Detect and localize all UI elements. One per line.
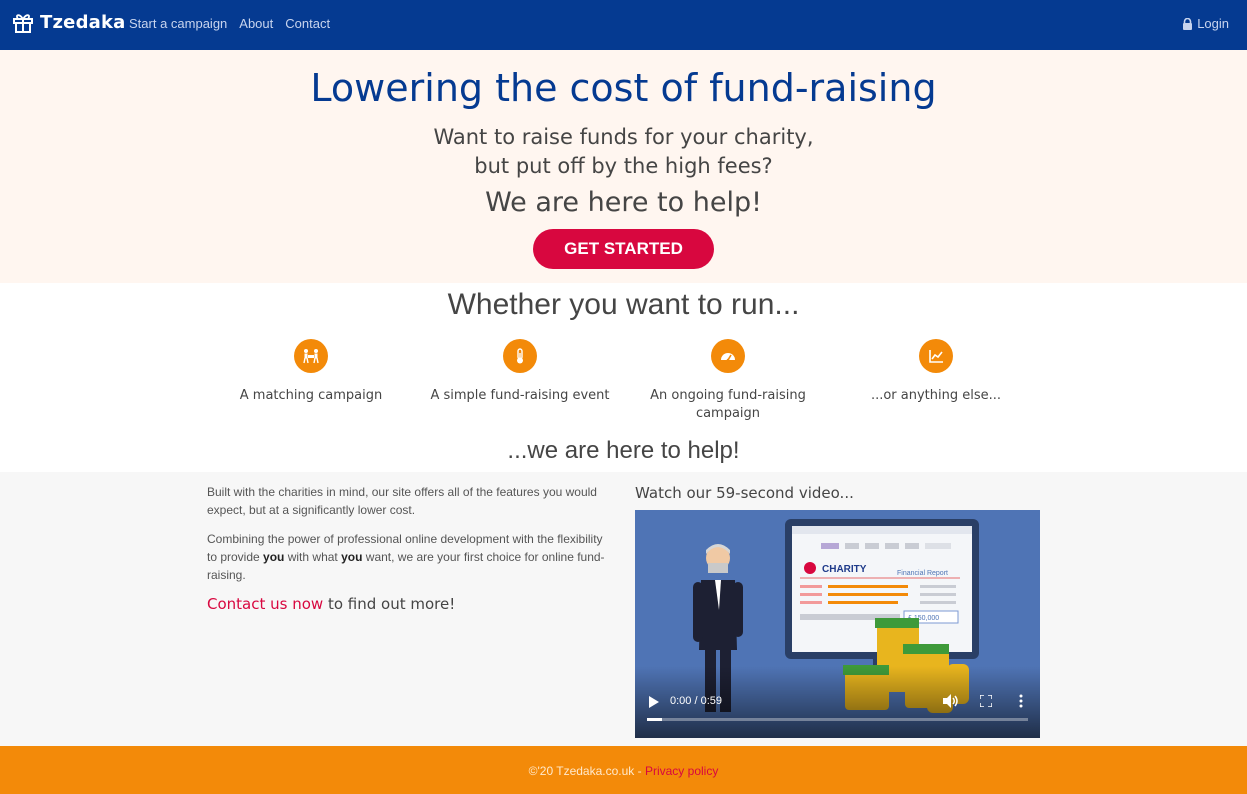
screen-brand: CHARITY bbox=[822, 564, 867, 575]
video-player[interactable]: CHARITY Financial Report £ 150,000 0:00 … bbox=[635, 510, 1040, 738]
brand[interactable]: Tzedaka bbox=[12, 11, 126, 33]
hero-subtitle-line1: Want to raise funds for your charity, bbox=[433, 125, 814, 149]
info-text: Built with the charities in mind, our si… bbox=[207, 483, 612, 613]
nav-start-campaign[interactable]: Start a campaign bbox=[129, 16, 227, 31]
info-paragraph-2: Combining the power of professional onli… bbox=[207, 530, 612, 584]
volume-icon[interactable] bbox=[943, 694, 959, 708]
hero: Lowering the cost of fund-raising Want t… bbox=[0, 50, 1247, 283]
play-icon[interactable] bbox=[649, 696, 659, 708]
nav-links: Start a campaign About Contact bbox=[129, 16, 330, 31]
info-p2-emphasis-1: you bbox=[263, 550, 285, 564]
footer-copyright: ©'20 Tzedaka.co.uk - bbox=[528, 764, 645, 778]
video-title: Watch our 59-second video... bbox=[635, 484, 854, 502]
hero-subtitle-line2: but put off by the high fees? bbox=[474, 154, 773, 178]
brand-name: Tzedaka bbox=[40, 11, 126, 33]
info-section: Built with the charities in mind, our si… bbox=[0, 472, 1247, 746]
video-time: 0:00 / 0:59 bbox=[670, 695, 722, 707]
thermometer-icon bbox=[503, 339, 537, 373]
gift-icon bbox=[13, 14, 33, 33]
get-started-button[interactable]: GET STARTED bbox=[533, 229, 714, 269]
footer: ©'20 Tzedaka.co.uk - Privacy policy bbox=[0, 746, 1247, 794]
feature-label: An ongoing fund-raising campaign bbox=[650, 388, 806, 421]
hero-subtitle: Want to raise funds for your charity, bu… bbox=[0, 123, 1247, 181]
navbar: Tzedaka Start a campaign About Contact L… bbox=[0, 0, 1247, 50]
lock-icon bbox=[1183, 17, 1193, 30]
feature-simple-event: A simple fund-raising event bbox=[420, 339, 620, 405]
heart-logo bbox=[804, 562, 816, 574]
info-p2-text-b: with what bbox=[284, 550, 342, 564]
feature-label: ...or anything else... bbox=[870, 388, 1002, 403]
privacy-policy-link[interactable]: Privacy policy bbox=[645, 764, 718, 778]
video-progress-bar[interactable] bbox=[647, 718, 1028, 721]
nav-contact[interactable]: Contact bbox=[285, 16, 330, 31]
hero-title: Lowering the cost of fund-raising bbox=[310, 66, 937, 110]
feature-anything-else: ...or anything else... bbox=[836, 339, 1036, 405]
feature-label: A matching campaign bbox=[239, 388, 383, 403]
nav-about[interactable]: About bbox=[239, 16, 273, 31]
line-chart-icon bbox=[919, 339, 953, 373]
feature-ongoing-campaign: An ongoing fund-raising campaign bbox=[628, 339, 828, 423]
features-title: Whether you want to run... bbox=[447, 288, 800, 321]
contact-rest: to find out more! bbox=[323, 595, 456, 613]
more-options-icon[interactable] bbox=[1018, 694, 1024, 708]
screen-report: Financial Report bbox=[897, 570, 948, 577]
features-help-text: ...we are here to help! bbox=[507, 437, 740, 464]
login-label: Login bbox=[1197, 16, 1229, 31]
hero-help-text: We are here to help! bbox=[485, 187, 762, 218]
video-progress-fill bbox=[647, 718, 663, 721]
contact-line: Contact us now to find out more! bbox=[207, 595, 612, 613]
people-handshake-icon bbox=[294, 339, 328, 373]
login-link[interactable]: Login bbox=[1182, 16, 1229, 31]
feature-matching-campaign: A matching campaign bbox=[211, 339, 411, 405]
feature-label: A simple fund-raising event bbox=[430, 388, 610, 403]
fullscreen-icon[interactable] bbox=[980, 695, 992, 707]
info-p2-emphasis-2: you bbox=[341, 550, 363, 564]
contact-us-link[interactable]: Contact us now bbox=[207, 595, 323, 613]
gauge-icon bbox=[711, 339, 745, 373]
info-paragraph-1: Built with the charities in mind, our si… bbox=[207, 485, 597, 517]
